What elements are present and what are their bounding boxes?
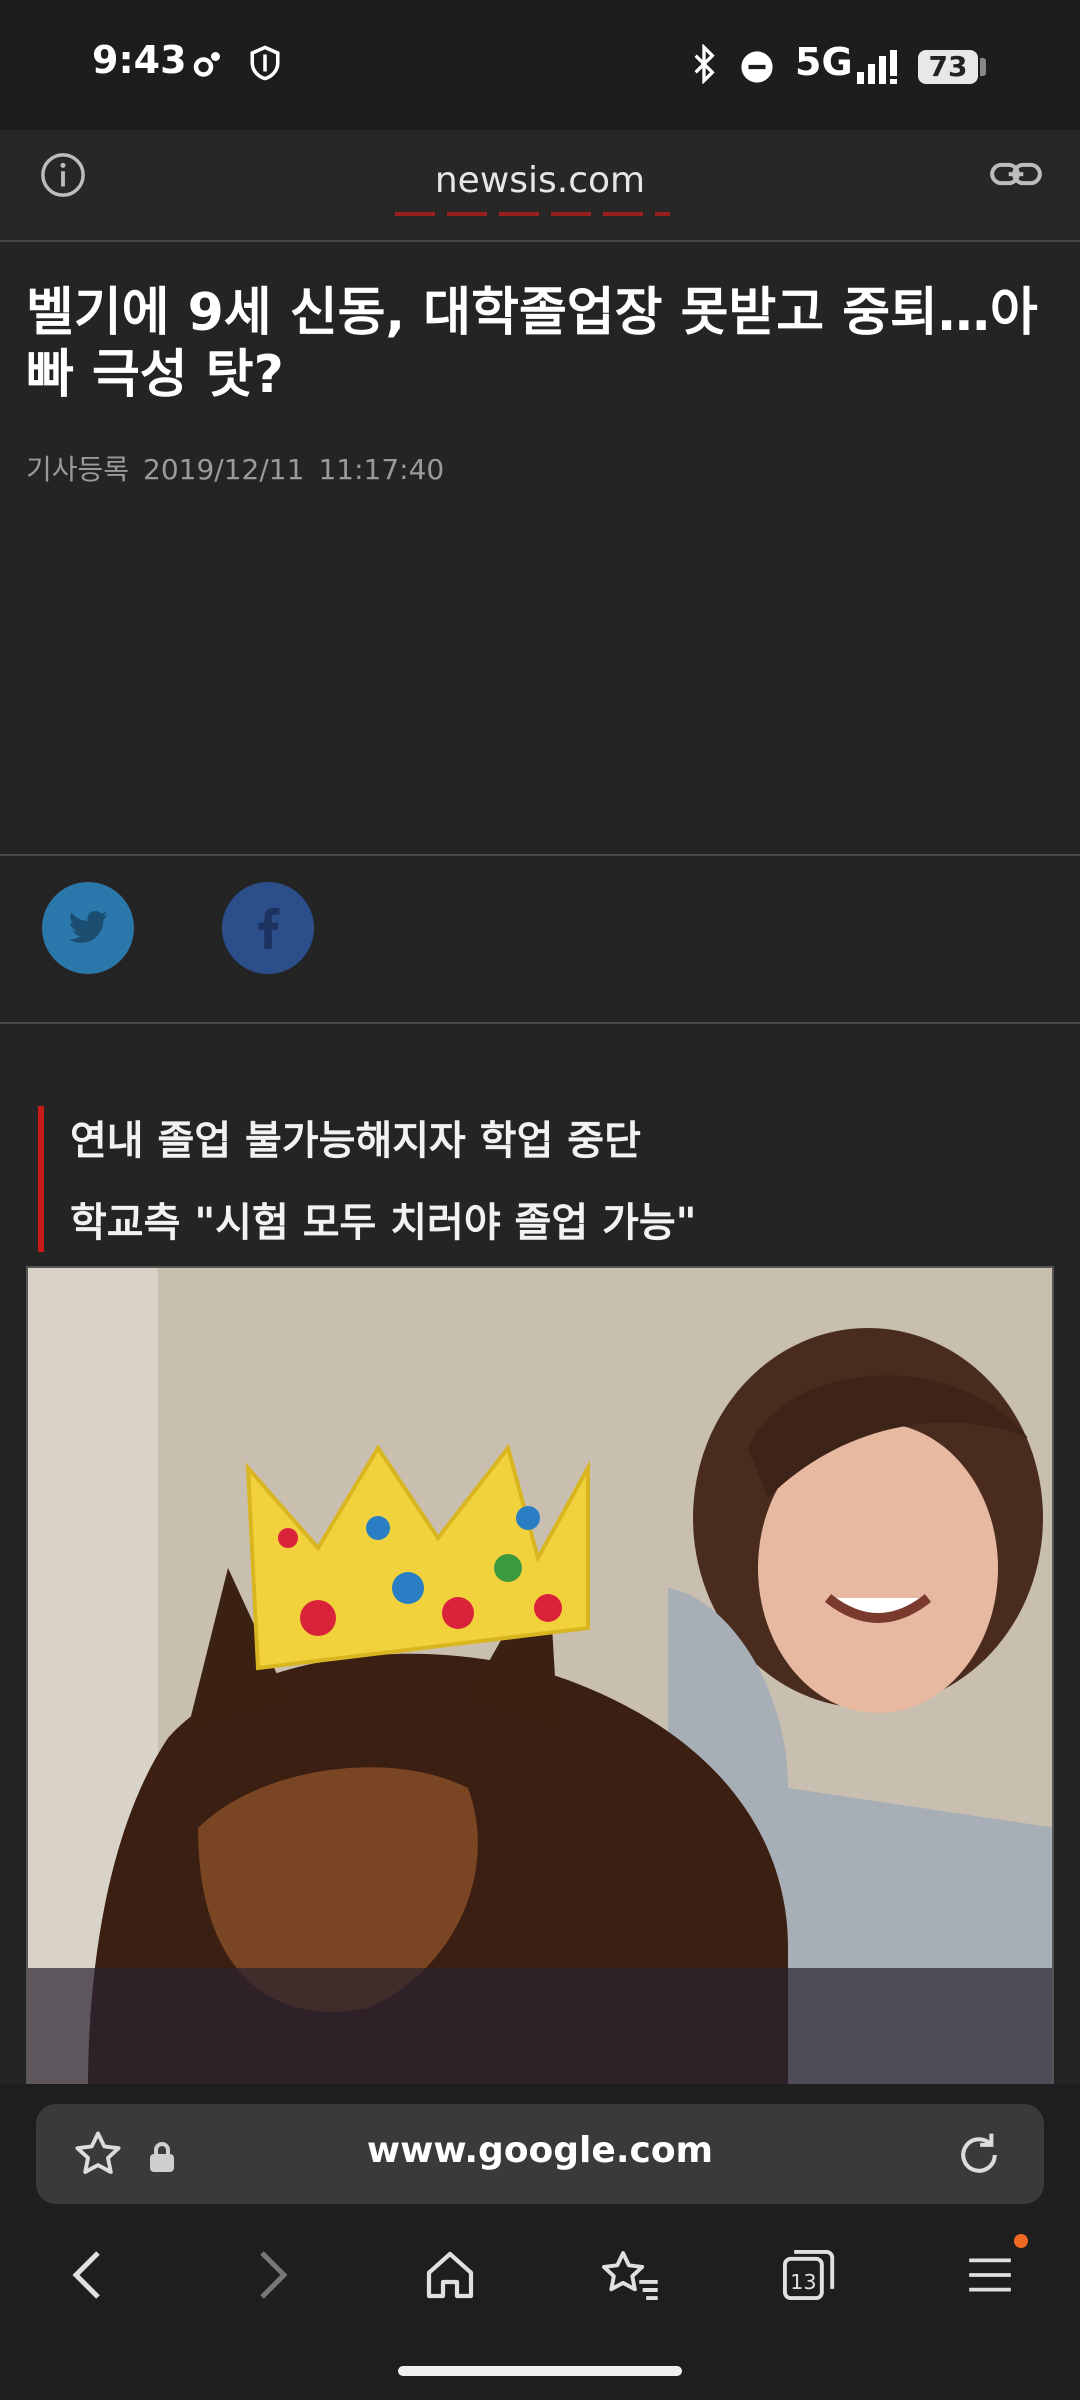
network-type: 5G [795, 40, 853, 84]
divider [0, 854, 1080, 856]
twitter-share-button[interactable] [42, 882, 134, 974]
bluetooth-icon [690, 43, 718, 88]
link-icon[interactable] [988, 152, 1044, 200]
chevron-left-icon [72, 2251, 100, 2299]
meta-time: 11:17:40 [318, 453, 445, 486]
tab-count: 13 [790, 2270, 816, 2294]
do-not-disturb-icon [740, 50, 774, 88]
battery-icon [980, 58, 986, 76]
battery-level: 73 [918, 50, 978, 84]
signal-icon [855, 50, 903, 88]
article-photo[interactable] [26, 1266, 1054, 2086]
meta-label: 기사등록 [26, 453, 130, 486]
article-meta: 기사등록 2019/12/11 11:17:40 [26, 448, 458, 488]
reload-icon[interactable] [952, 2128, 1006, 2186]
chevron-right-icon [260, 2251, 288, 2299]
tabs-button[interactable]: 13 [768, 2235, 848, 2315]
twitter-icon [68, 910, 108, 943]
status-time: 9:43 [92, 38, 187, 82]
hamburger-icon [969, 2258, 1011, 2292]
back-button[interactable] [48, 2235, 128, 2315]
address-url[interactable]: www.google.com [0, 2130, 1080, 2171]
summary-accent-bar [38, 1106, 44, 1252]
shield-icon [248, 44, 282, 86]
home-button[interactable] [410, 2235, 490, 2315]
tabs-icon: 13 [782, 2249, 835, 2301]
home-icon [426, 2251, 474, 2299]
site-logo-underline [395, 212, 670, 216]
notification-dot [1014, 2234, 1028, 2248]
bookmarks-button[interactable] [590, 2235, 670, 2315]
settings-icon [190, 46, 226, 86]
home-indicator[interactable] [398, 2366, 682, 2376]
site-domain: newsis.com [434, 160, 646, 201]
facebook-icon [258, 907, 280, 949]
bookmarks-icon [601, 2251, 658, 2301]
summary-line-1: 연내 졸업 불가능해지자 학업 중단 [70, 1118, 641, 1164]
article-headline: 벨기에 9세 신동, 대학졸업장 못받고 중퇴…아빠 극성 탓? [26, 283, 1038, 405]
facebook-share-button[interactable] [222, 882, 314, 974]
meta-date: 2019/12/11 [143, 453, 305, 486]
forward-button[interactable] [232, 2235, 312, 2315]
summary-line-2: 학교측 "시험 모두 치러야 졸업 가능" [70, 1200, 697, 1246]
divider [0, 1022, 1080, 1024]
